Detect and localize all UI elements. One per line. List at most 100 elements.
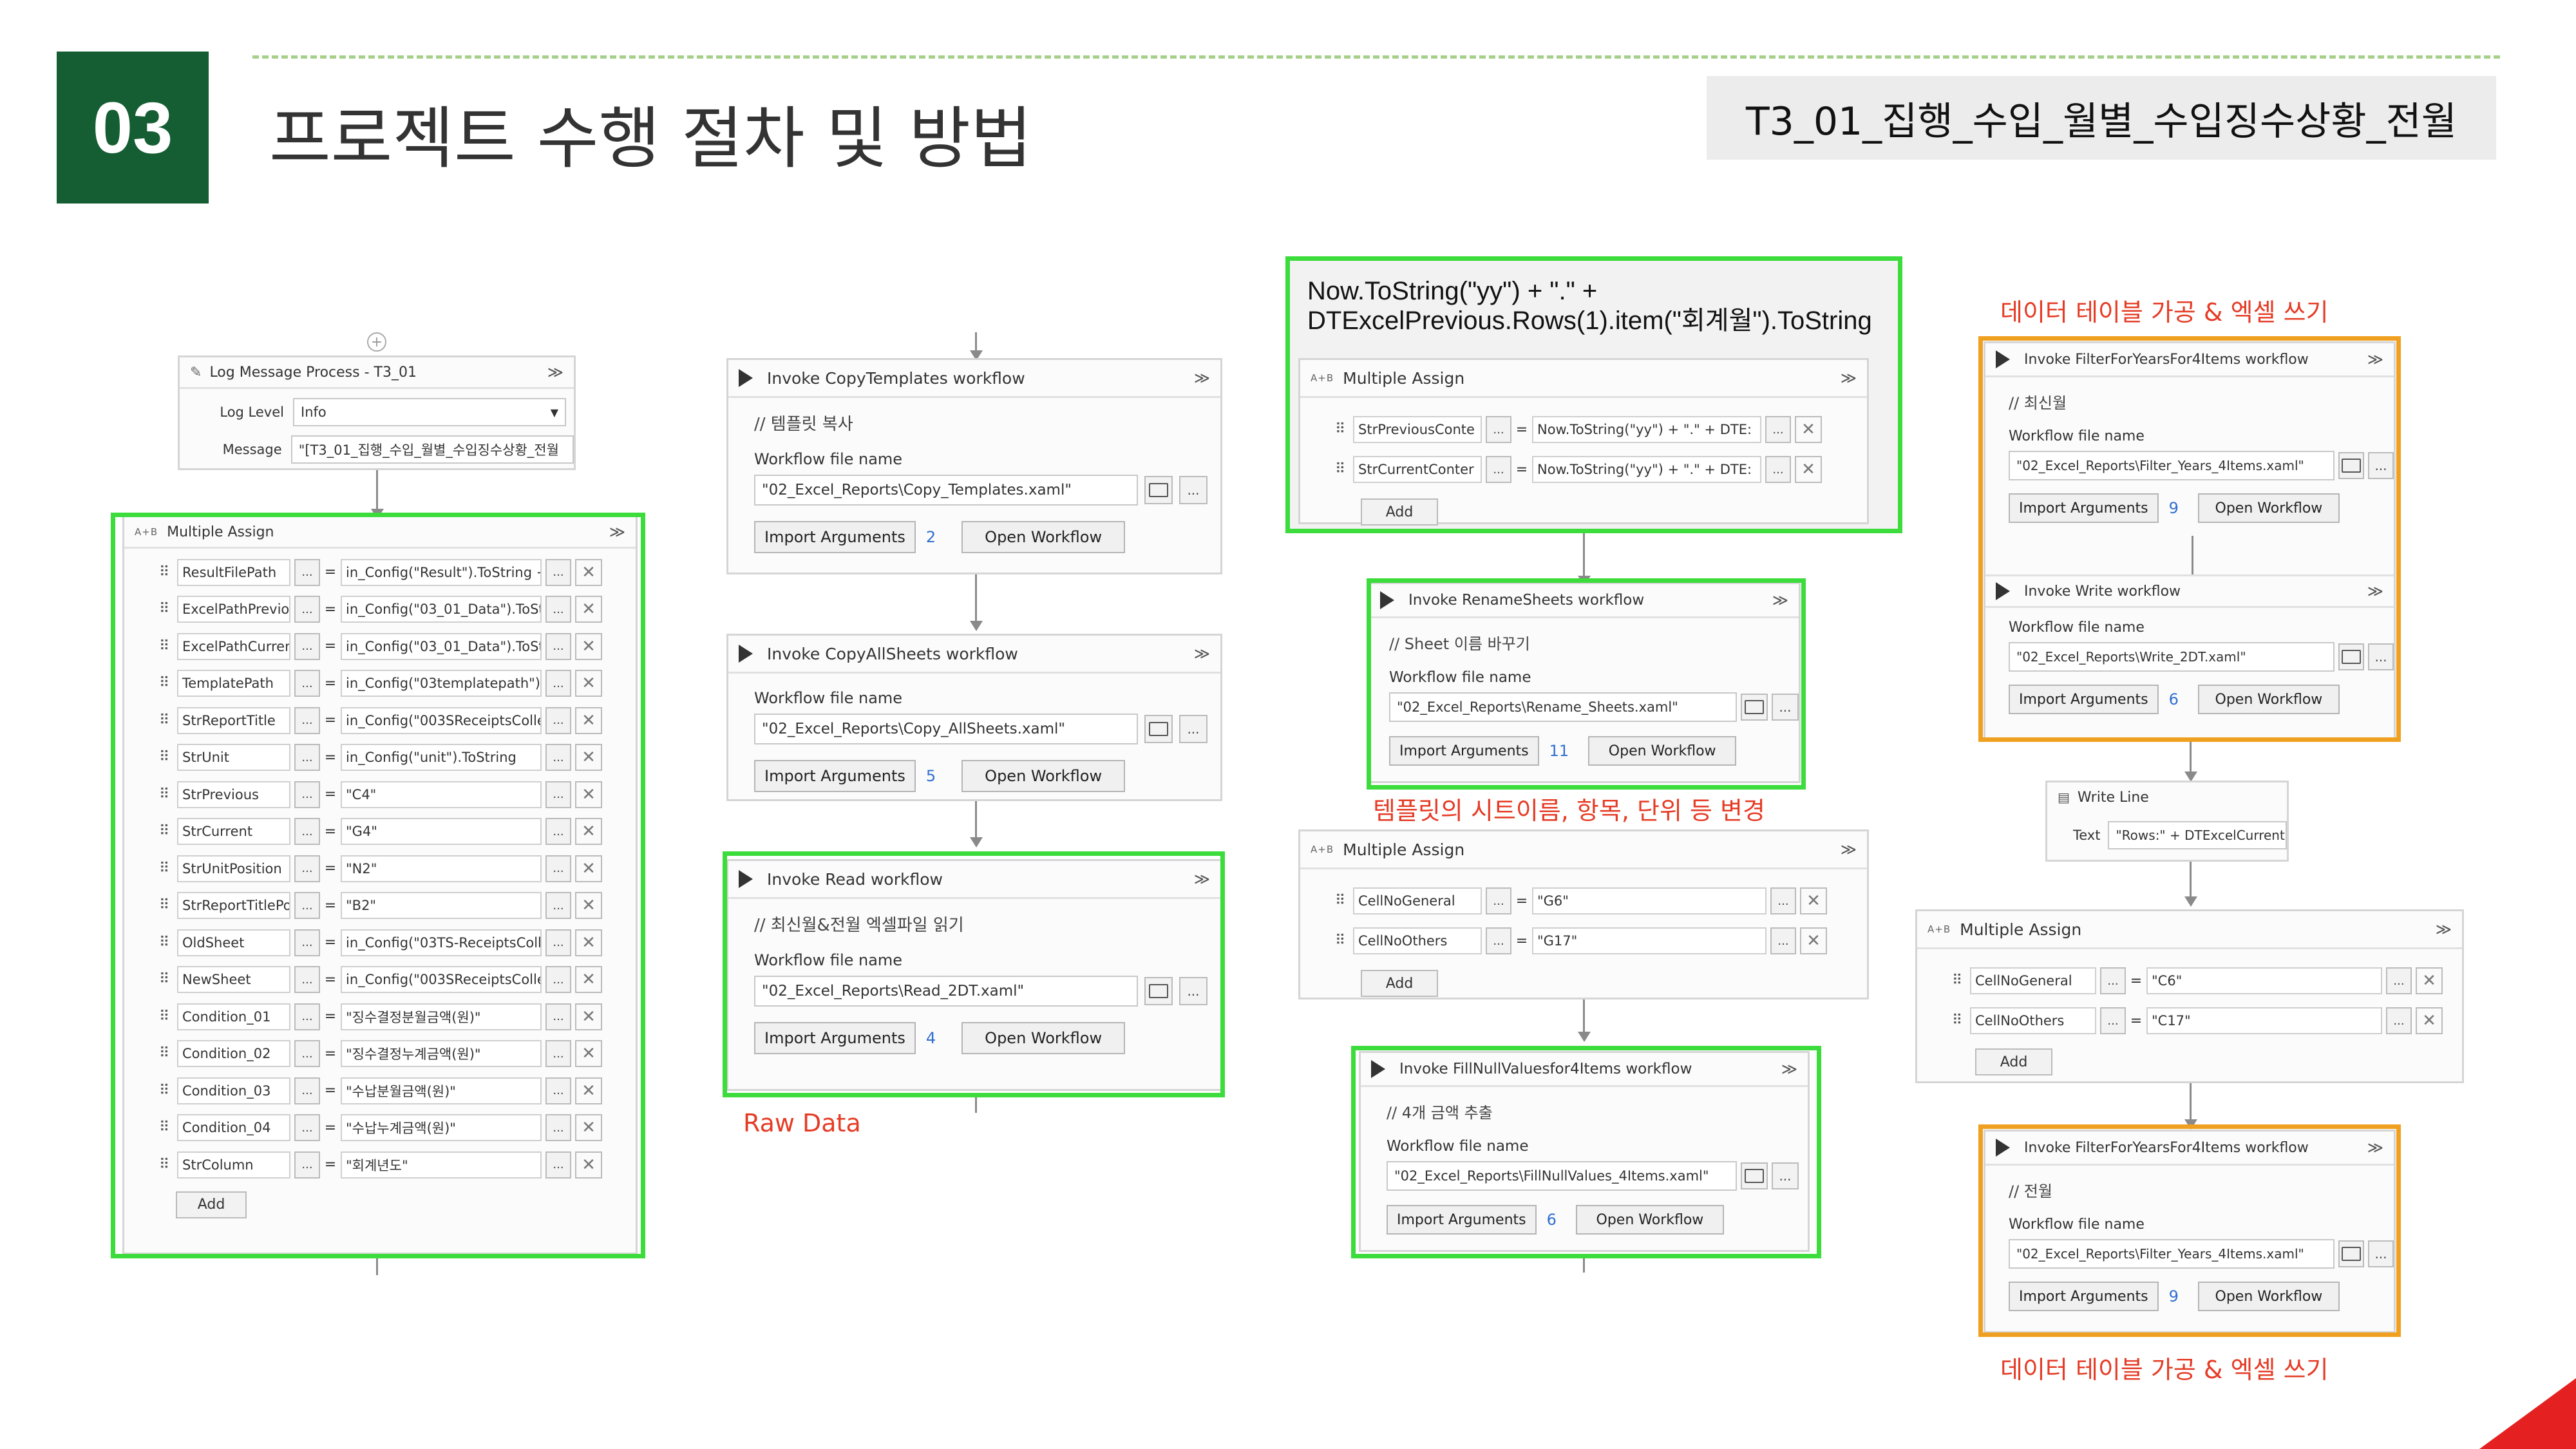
page-title: 프로젝트 수행 절차 및 방법	[269, 99, 1032, 178]
delete-row-icon[interactable]: ✕	[2416, 1007, 2443, 1034]
invoke-copy-templates[interactable]: Invoke CopyTemplates workflow ≫ // 템플릿 복…	[726, 358, 1222, 574]
log-icon: ✎	[190, 364, 202, 381]
connector-plus-icon: +	[367, 332, 386, 352]
multiple-assign-cells-current[interactable]: A+B Multiple Assign ≫ ⠿ CellNoGeneral... =…	[1298, 829, 1869, 999]
connector-line	[1583, 999, 1585, 1034]
assign-value-field[interactable]: "G6"	[1532, 887, 1766, 914]
corner-accent	[2479, 1378, 2576, 1449]
collapse-icon[interactable]: ≫	[547, 363, 564, 381]
target-dots-button[interactable]: ...	[2100, 967, 2126, 994]
log-level-select[interactable]: Info ▼	[293, 398, 566, 426]
activity-title: Invoke CopyAllSheets workflow	[767, 644, 1018, 663]
highlight-box	[1978, 336, 2401, 742]
right-note-top: 데이터 테이블 가공 & 엑셀 쓰기	[2000, 298, 2329, 327]
folder-icon[interactable]	[1144, 476, 1173, 504]
value-dots-button[interactable]: ...	[1770, 887, 1796, 914]
play-icon	[739, 369, 753, 387]
assign-row[interactable]: ⠿ CellNoOthers... = "C17"... ✕	[1917, 1001, 2462, 1041]
import-arguments-button[interactable]: Import Arguments	[754, 760, 916, 792]
invoke-copy-all-sheets[interactable]: Invoke CopyAllSheets workflow ≫ Workflow…	[726, 634, 1222, 801]
target-dots-button[interactable]: ...	[1486, 927, 1511, 954]
message-input[interactable]: "[T3_01_집행_수입_월별_수입징수상황_전월	[290, 435, 574, 464]
assign-value-field[interactable]: "C6"	[2146, 967, 2382, 994]
activity-title: Log Message Process - T3_01	[209, 364, 417, 381]
assign-row[interactable]: ⠿ CellNoGeneral... = "C6"... ✕	[1917, 961, 2462, 1001]
collapse-icon[interactable]: ≫	[1194, 645, 1210, 663]
activity-title: Invoke CopyTemplates workflow	[767, 368, 1025, 388]
file-name-label: Workflow file name	[754, 450, 903, 468]
drag-handle-icon[interactable]: ⠿	[1335, 934, 1345, 948]
drag-handle-icon[interactable]: ⠿	[1335, 894, 1345, 908]
connector-line	[2190, 1083, 2192, 1122]
log-level-label: Log Level	[220, 404, 284, 420]
collapse-icon[interactable]: ≫	[1194, 369, 1210, 387]
assign-target-field[interactable]: CellNoGeneral	[1970, 967, 2096, 994]
delete-row-icon[interactable]: ✕	[2416, 967, 2443, 994]
connector-arrow	[1578, 1032, 1591, 1042]
highlight-box	[1285, 256, 1902, 533]
equals-sign: =	[1515, 893, 1528, 909]
value-dots-button[interactable]: ...	[2386, 1007, 2412, 1034]
open-workflow-button[interactable]: Open Workflow	[961, 760, 1126, 792]
assign-target-field[interactable]: CellNoGeneral	[1353, 887, 1482, 914]
highlight-box	[723, 851, 1225, 1097]
delete-row-icon[interactable]: ✕	[1800, 887, 1827, 914]
equals-sign: =	[1515, 933, 1528, 949]
write-line-icon: ▤	[2058, 790, 2070, 805]
equals-sign: =	[2130, 1012, 2143, 1029]
workflow-file-input[interactable]: "02_Excel_Reports\Copy_Templates.xaml"	[754, 475, 1138, 506]
add-button[interactable]: Add	[1975, 1048, 2052, 1075]
open-workflow-button[interactable]: Open Workflow	[961, 521, 1126, 553]
rename-note: 템플릿의 시트이름, 항목, 단위 등 변경	[1373, 797, 1765, 825]
drag-handle-icon[interactable]: ⠿	[1952, 974, 1962, 988]
assign-rows: ⠿ CellNoGeneral... = "G6"... ✕ ⠿ CellNoOthers.…	[1300, 869, 1867, 961]
value-dots-button[interactable]: ...	[2386, 967, 2412, 994]
value-dots-button[interactable]: ...	[1770, 927, 1796, 954]
activity-title: Write Line	[2077, 789, 2149, 806]
write-line-text-input[interactable]: "Rows:" + DTExcelCurrent.Ro	[2108, 821, 2287, 849]
right-note-bottom: 데이터 테이블 가공 & 엑셀 쓰기	[2000, 1356, 2329, 1384]
target-dots-button[interactable]: ...	[2100, 1007, 2126, 1034]
connector-line	[1583, 533, 1585, 578]
assign-target-field[interactable]: CellNoOthers	[1353, 927, 1482, 954]
write-line-activity[interactable]: ▤ Write Line Text "Rows:" + DTExcelCurre…	[2045, 781, 2289, 862]
connector-line	[376, 1258, 378, 1275]
target-dots-button[interactable]: ...	[1486, 887, 1511, 914]
play-icon	[739, 645, 753, 663]
file-name-label: Workflow file name	[754, 689, 903, 707]
assign-row[interactable]: ⠿ CellNoOthers... = "G17"... ✕	[1300, 921, 1867, 961]
connector-arrow	[970, 837, 983, 848]
import-arguments-button[interactable]: Import Arguments	[754, 521, 916, 553]
delete-row-icon[interactable]: ✕	[1800, 927, 1827, 954]
argument-count: 5	[925, 767, 936, 785]
add-button[interactable]: Add	[1361, 970, 1438, 997]
raw-data-note: Raw Data	[743, 1109, 861, 1137]
workflow-file-input[interactable]: "02_Excel_Reports\Copy_AllSheets.xaml"	[754, 714, 1138, 744]
top-dashed-rule	[252, 55, 2500, 59]
browse-dots-button[interactable]: ...	[1179, 715, 1208, 743]
browse-dots-button[interactable]: ...	[1179, 476, 1208, 504]
workflow-file-badge: T3_01_집행_수입_월별_수입징수상황_전월	[1707, 76, 2496, 160]
highlight-box	[1978, 1124, 2401, 1337]
assign-target-field[interactable]: CellNoOthers	[1970, 1007, 2096, 1034]
connector-line	[376, 470, 378, 511]
collapse-icon[interactable]: ≫	[1841, 840, 1857, 858]
multiple-assign-cells-previous[interactable]: A+B Multiple Assign ≫ ⠿ CellNoGeneral... =…	[1915, 909, 2464, 1083]
text-label: Text	[2073, 828, 2101, 843]
assign-icon: A+B	[1927, 923, 1951, 935]
connector-arrow	[2184, 896, 2197, 907]
assign-rows: ⠿ CellNoGeneral... = "C6"... ✕ ⠿ CellNoOthers.…	[1917, 949, 2462, 1041]
connector-line	[2190, 862, 2192, 899]
assign-row[interactable]: ⠿ CellNoGeneral... = "G6"... ✕	[1300, 881, 1867, 921]
connector-line	[975, 801, 977, 840]
drag-handle-icon[interactable]: ⠿	[1952, 1014, 1962, 1028]
highlight-box	[1367, 578, 1806, 790]
connector-line	[2190, 742, 2192, 774]
collapse-icon[interactable]: ≫	[2436, 920, 2452, 938]
equals-sign: =	[2130, 972, 2143, 989]
assign-value-field[interactable]: "C17"	[2146, 1007, 2382, 1034]
activity-title: Multiple Assign	[1960, 920, 2082, 939]
assign-value-field[interactable]: "G17"	[1532, 927, 1766, 954]
log-message-activity[interactable]: ✎ Log Message Process - T3_01 ≫ Log Leve…	[178, 355, 576, 470]
folder-icon[interactable]	[1144, 715, 1173, 743]
